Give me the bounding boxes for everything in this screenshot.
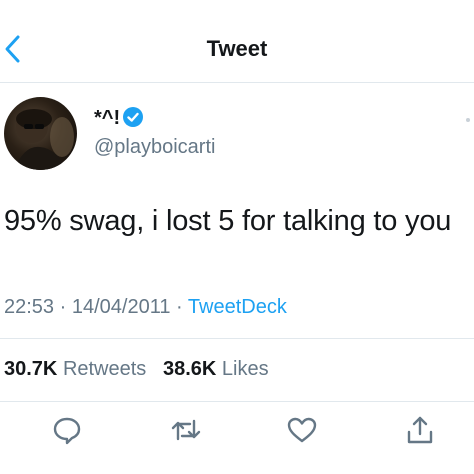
likes-label: Likes [221, 358, 269, 380]
likes-stat[interactable]: 38.6K Likes [163, 358, 269, 380]
reply-icon [53, 417, 81, 445]
reply-button[interactable] [51, 414, 83, 446]
likes-count: 38.6K [162, 358, 217, 380]
avatar[interactable] [4, 97, 77, 170]
retweets-count: 30.7K [4, 358, 58, 380]
author-display-name[interactable]: *^! [94, 107, 120, 130]
more-options-icon[interactable] [466, 118, 470, 122]
retweets-stat[interactable]: 30.7K Retweets [4, 358, 146, 380]
like-button[interactable] [286, 414, 318, 446]
tweet-header: Tweet [0, 0, 474, 83]
tweet-text: 95% swag, i lost 5 for talking to you [4, 205, 452, 237]
heart-icon [287, 417, 317, 443]
divider [0, 401, 474, 402]
share-button[interactable] [404, 414, 436, 446]
page-title: Tweet [206, 36, 268, 61]
tweet-actions [0, 414, 474, 450]
verified-badge-icon [123, 107, 143, 127]
meta-separator: · [176, 296, 183, 318]
divider [0, 338, 474, 339]
tweet-stats: 30.7K Retweets 38.6K Likes [4, 358, 269, 381]
tweet-date: 14/04/2011 [71, 296, 171, 318]
tweet-time: 22:53 [4, 296, 55, 318]
tweet-meta: 22:53 · 14/04/2011 · TweetDeck [4, 296, 287, 319]
tweet-source-link[interactable]: TweetDeck [188, 296, 287, 318]
author-handle[interactable]: @playboicarti [94, 136, 215, 159]
share-icon [407, 416, 433, 444]
retweet-icon [171, 419, 201, 441]
meta-separator: · [59, 296, 67, 318]
avatar-photo [14, 109, 74, 170]
retweet-button[interactable] [170, 414, 202, 446]
retweets-label: Retweets [62, 358, 147, 380]
